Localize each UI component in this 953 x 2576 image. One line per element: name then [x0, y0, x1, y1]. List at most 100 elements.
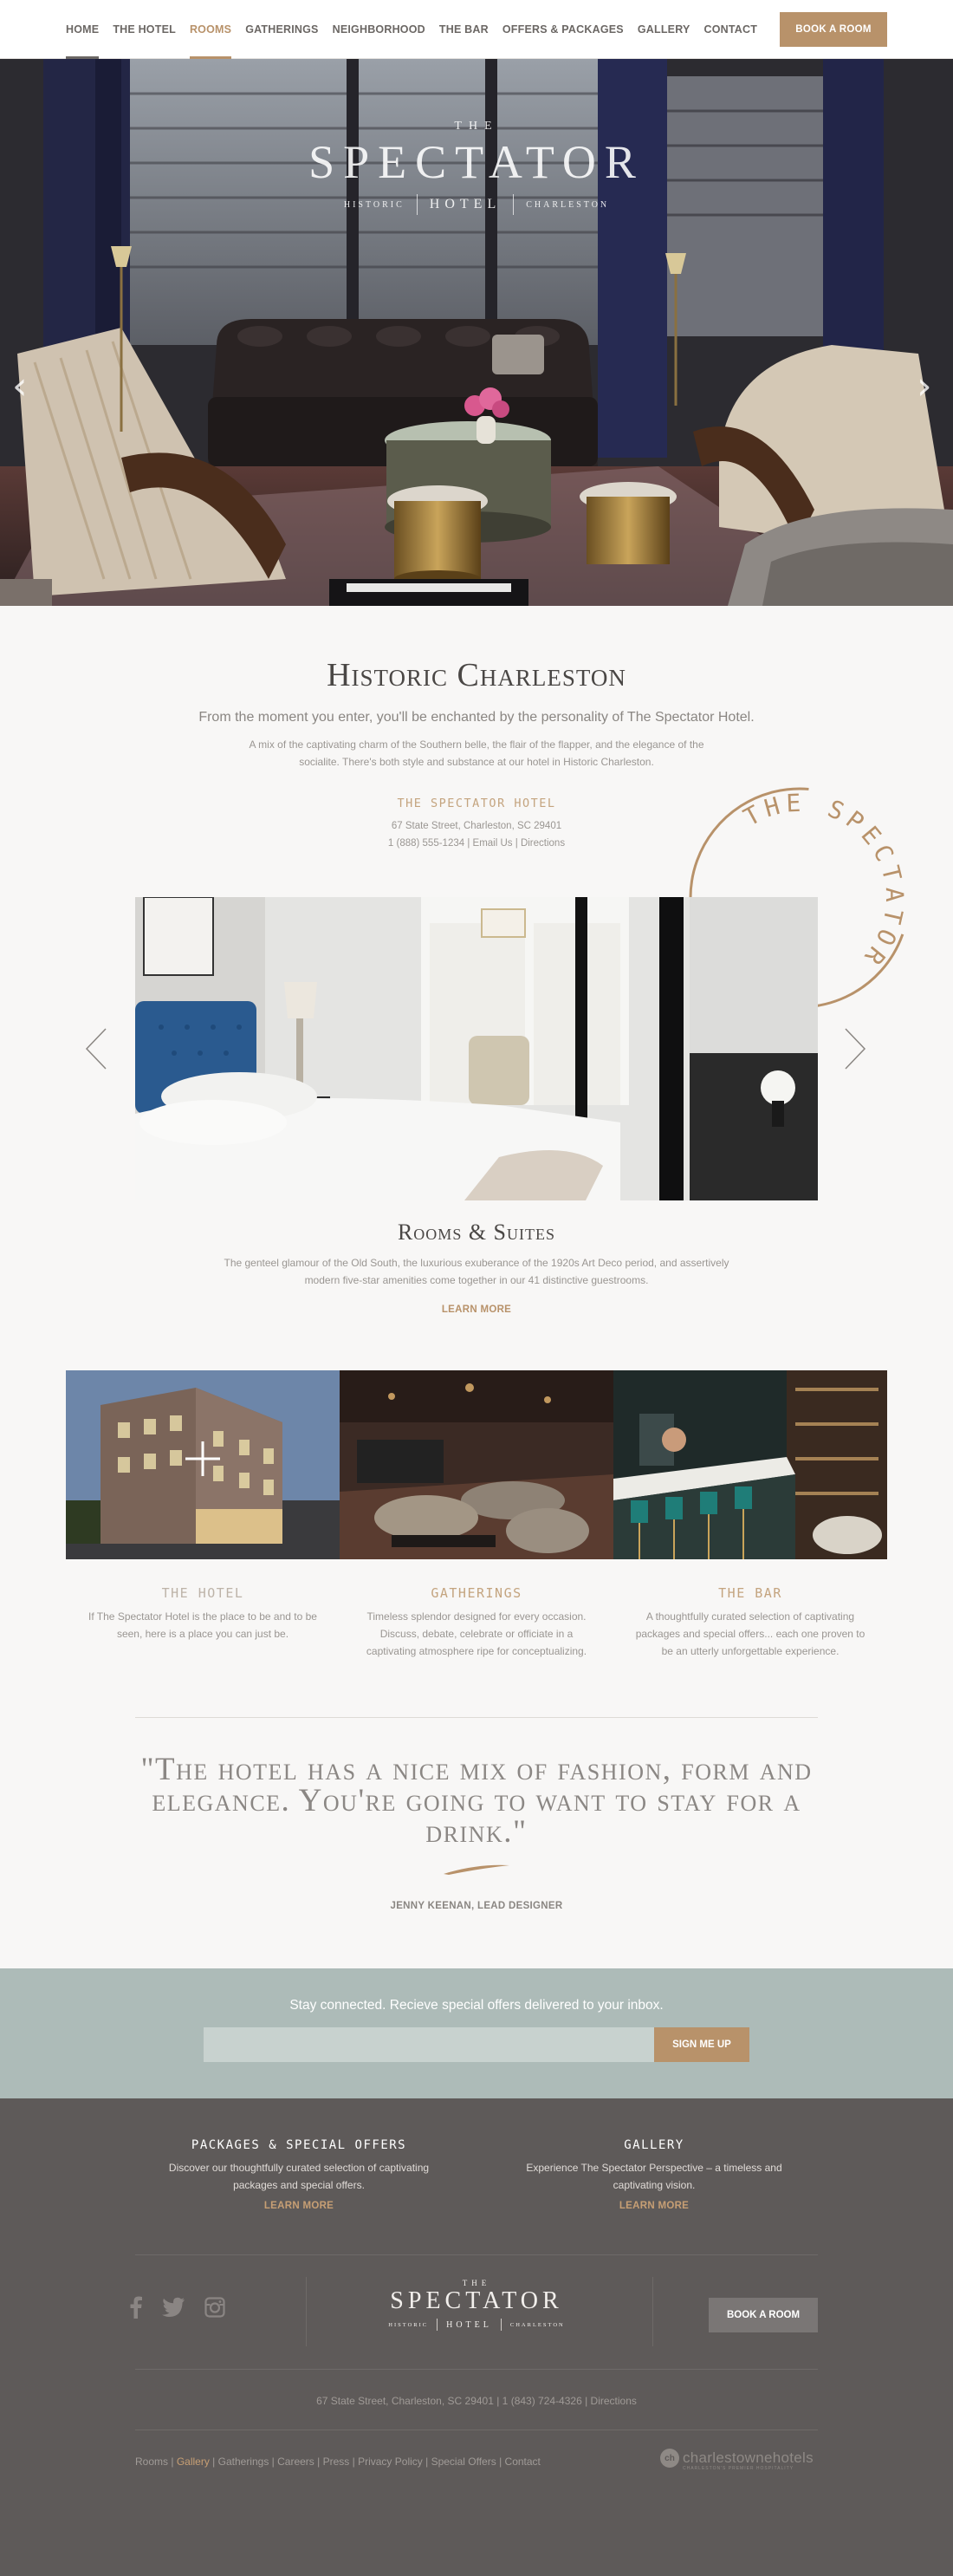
- nav-item-label: THE HOTEL: [113, 23, 176, 36]
- footer-book-room-button[interactable]: BOOK A ROOM: [709, 2298, 818, 2332]
- brand-mark: ch: [660, 2449, 679, 2468]
- footer-packages-learn-more[interactable]: LEARN MORE: [160, 2201, 438, 2211]
- hero-logo: THE SPECTATOR HISTORIC HOTEL CHARLESTON: [0, 120, 953, 215]
- footer-logo-divider: [500, 2319, 502, 2331]
- swoosh-icon: [444, 1864, 509, 1875]
- footer-logo-right: CHARLESTON: [509, 2321, 565, 2328]
- nav-item-label: THE BAR: [438, 23, 489, 36]
- footer-vertical-divider: [652, 2277, 653, 2346]
- footer-link-careers[interactable]: Careers: [277, 2456, 314, 2468]
- intro-description: A mix of the captivating charm of the So…: [249, 738, 704, 768]
- hero-carousel: THE SPECTATOR HISTORIC HOTEL CHARLESTON …: [0, 59, 953, 606]
- footer-link-press[interactable]: Press: [323, 2456, 350, 2468]
- nav-item-label: GATHERINGS: [245, 23, 319, 36]
- site-footer: PACKAGES & SPECIAL OFFERS Discover our t…: [0, 2098, 953, 2576]
- footer-link-privacy-policy[interactable]: Privacy Policy: [358, 2456, 423, 2468]
- chevron-left-icon[interactable]: [83, 1027, 109, 1070]
- footer-logo-divider: [437, 2319, 438, 2331]
- hero-logo-divider: [416, 194, 418, 215]
- footer-link-gatherings[interactable]: Gatherings: [218, 2456, 269, 2468]
- footer-links: Rooms | Gallery | Gatherings | Careers |…: [135, 2456, 541, 2468]
- footer-gallery-text: Experience The Spectator Perspective – a…: [526, 2162, 782, 2191]
- nav-item-label: GALLERY: [637, 23, 690, 36]
- hero-logo-name: SPECTATOR: [308, 136, 645, 188]
- intro-title: Historic Charleston: [327, 657, 626, 693]
- feature-text: Timeless splendor designed for every occ…: [366, 1610, 587, 1657]
- footer-link-rooms[interactable]: Rooms: [135, 2456, 168, 2468]
- hero-logo-subline: HISTORIC HOTEL CHARLESTON: [0, 194, 953, 215]
- hero-logo-the: THE: [454, 120, 499, 133]
- rooms-learn-more-link[interactable]: LEARN MORE: [442, 1304, 511, 1315]
- nav-item-label: HOME: [66, 23, 100, 36]
- newsletter-email-input[interactable]: [204, 2027, 654, 2062]
- nav-item-contact[interactable]: CONTACT: [704, 0, 758, 59]
- feature-text: If The Spectator Hotel is the place to b…: [88, 1610, 317, 1640]
- rooms-title: Rooms & Suites: [397, 1220, 556, 1245]
- chevron-right-icon[interactable]: ›: [917, 368, 941, 406]
- hero-logo-divider: [513, 194, 515, 215]
- hero-logo-mid: HOTEL: [429, 197, 502, 211]
- sign-me-up-button[interactable]: SIGN ME UP: [654, 2027, 749, 2062]
- link-separator: |: [168, 2456, 177, 2468]
- nav-item-gatherings[interactable]: GATHERINGS: [245, 0, 318, 59]
- nav-item-the-bar[interactable]: THE BAR: [439, 0, 489, 59]
- footer-packages: PACKAGES & SPECIAL OFFERS Discover our t…: [160, 2138, 438, 2211]
- footer-gallery-title: GALLERY: [624, 2138, 684, 2152]
- nav-item-label: OFFERS & PACKAGES: [502, 23, 624, 36]
- nav-item-offers-packages[interactable]: OFFERS & PACKAGES: [502, 0, 624, 59]
- hotel-exterior-photo: [66, 1370, 340, 1559]
- nav-item-label: NEIGHBORHOOD: [332, 23, 425, 36]
- footer-gallery: GALLERY Experience The Spectator Perspec…: [515, 2138, 793, 2211]
- hotel-phone-link[interactable]: 1 (888) 555-1234: [388, 838, 464, 849]
- chevron-left-icon[interactable]: ‹: [12, 368, 36, 406]
- feature-columns: THE HOTEL If The Spectator Hotel is the …: [66, 1370, 887, 1660]
- feature-the-hotel[interactable]: THE HOTEL If The Spectator Hotel is the …: [66, 1370, 340, 1660]
- brand-name: charlestownehotels: [683, 2449, 814, 2466]
- brand-tagline: CHARLESTON'S PREMIER HOSPITALITY: [683, 2466, 794, 2471]
- link-separator: |: [349, 2456, 359, 2468]
- testimonial-quote: "The hotel has a nice mix of fashion, fo…: [140, 1752, 813, 1850]
- feature-gatherings[interactable]: GATHERINGS Timeless splendor designed fo…: [340, 1370, 613, 1660]
- footer-logo-mid: HOTEL: [446, 2319, 492, 2330]
- testimonial: "The hotel has a nice mix of fashion, fo…: [0, 1752, 953, 1911]
- hero-logo-right: CHARLESTON: [526, 199, 610, 210]
- guestroom-photo: [135, 897, 818, 1200]
- footer-link-special-offers[interactable]: Special Offers: [431, 2456, 496, 2468]
- testimonial-author: JENNY KEENAN, LEAD DESIGNER: [390, 1901, 563, 1911]
- footer-gallery-learn-more[interactable]: LEARN MORE: [515, 2201, 793, 2211]
- footer-link-gallery[interactable]: Gallery: [177, 2456, 210, 2468]
- footer-packages-text: Discover our thoughtfully curated select…: [168, 2162, 430, 2191]
- nav-item-rooms[interactable]: ROOMS: [189, 0, 232, 60]
- nav-item-gallery[interactable]: GALLERY: [638, 0, 690, 59]
- bar-photo: [613, 1370, 887, 1559]
- newsletter-message: Stay connected. Recieve special offers d…: [289, 1998, 664, 2013]
- feature-the-bar[interactable]: THE BAR A thoughtfully curated selection…: [613, 1370, 887, 1660]
- intro-lead: From the moment you enter, you'll be enc…: [198, 710, 755, 725]
- directions-link[interactable]: Directions: [521, 838, 565, 849]
- chevron-right-icon[interactable]: [842, 1027, 868, 1070]
- nav-item-label: CONTACT: [703, 23, 758, 36]
- gatherings-lounge-photo: [340, 1370, 613, 1559]
- nav-links: HOME THE HOTEL ROOMS GATHERINGS NEIGHBORHOOD…: [66, 0, 771, 60]
- charlestowne-hotels-logo[interactable]: ch charlestownehotels CHARLESTON'S PREMI…: [660, 2449, 814, 2471]
- feature-label: GATHERINGS: [431, 1585, 522, 1601]
- link-separator: |: [422, 2456, 431, 2468]
- link-separator: |: [496, 2456, 505, 2468]
- nav-item-home[interactable]: HOME: [66, 0, 100, 60]
- rooms-carousel: [0, 897, 953, 1200]
- footer-link-contact[interactable]: Contact: [505, 2456, 541, 2468]
- feature-text: A thoughtfully curated selection of capt…: [635, 1610, 865, 1657]
- top-nav: HOME THE HOTEL ROOMS GATHERINGS NEIGHBORHOOD…: [0, 0, 953, 60]
- nav-item-neighborhood[interactable]: NEIGHBORHOOD: [333, 0, 425, 59]
- intro-section: Historic Charleston From the moment you …: [0, 606, 953, 1009]
- footer-packages-title: PACKAGES & SPECIAL OFFERS: [191, 2138, 407, 2152]
- footer-logo-left: HISTORIC: [388, 2321, 429, 2328]
- footer-divider: [135, 2369, 818, 2370]
- book-room-button[interactable]: BOOK A ROOM: [780, 12, 887, 47]
- link-separator: |: [314, 2456, 323, 2468]
- link-separator: |: [269, 2456, 278, 2468]
- rooms-info: Rooms & Suites The genteel glamour of th…: [0, 1220, 953, 1317]
- email-us-link[interactable]: Email Us: [473, 838, 513, 849]
- nav-item-the-hotel[interactable]: THE HOTEL: [113, 0, 176, 59]
- hero-logo-left: HISTORIC: [343, 199, 405, 210]
